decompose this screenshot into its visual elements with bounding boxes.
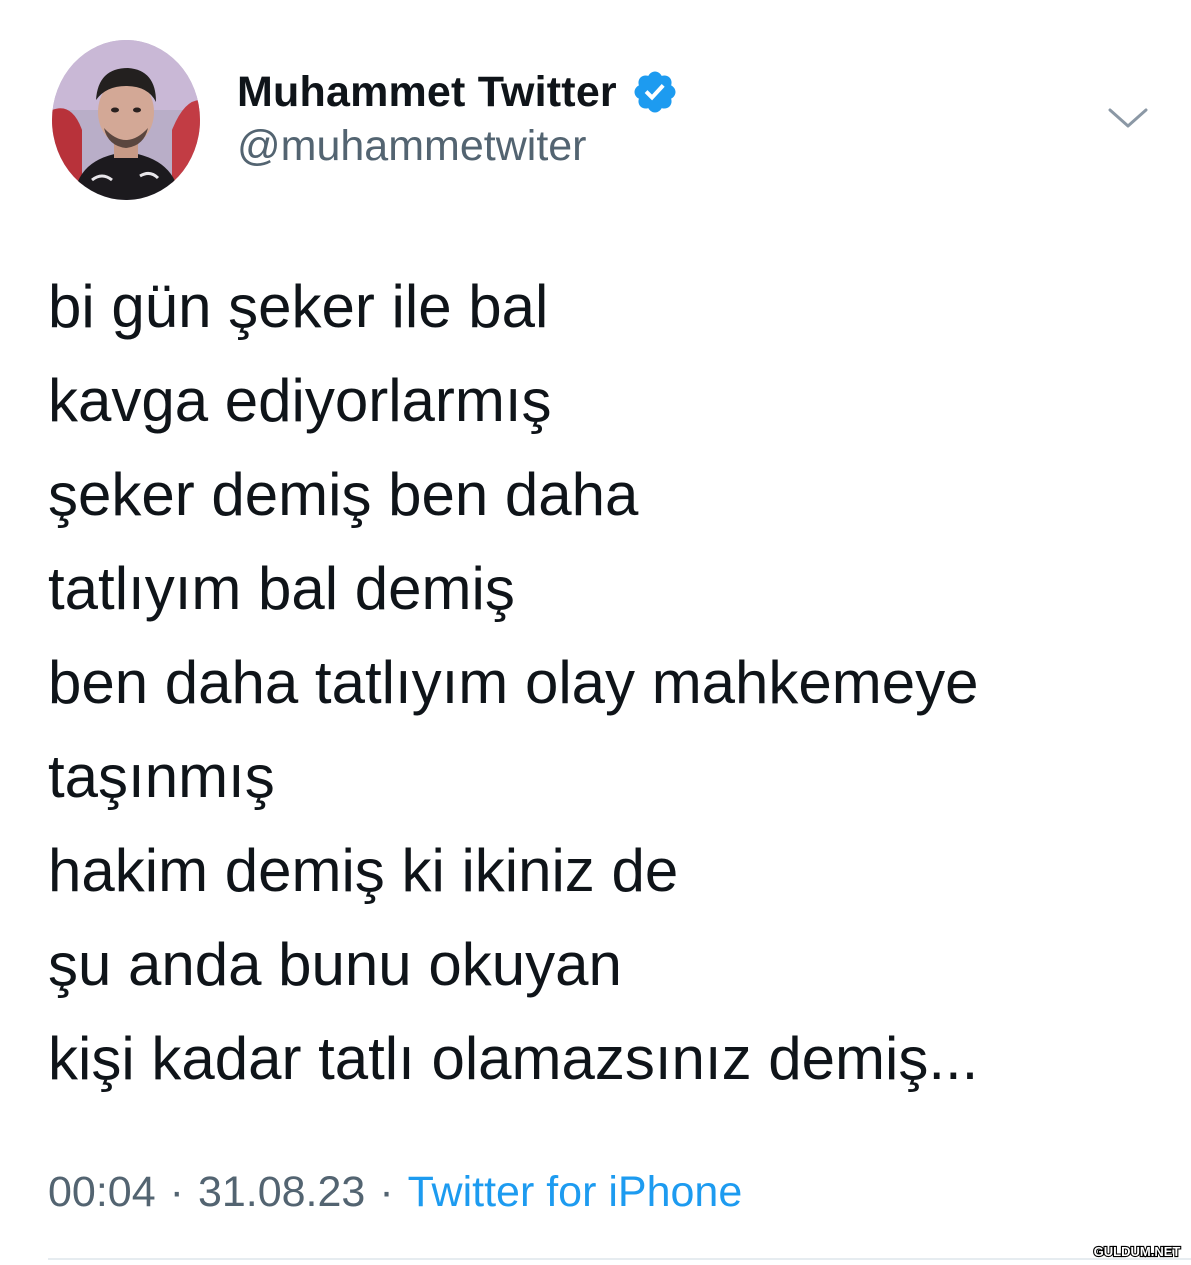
meta-separator: · bbox=[169, 1168, 184, 1216]
tweet-text-line: ben daha tatlıyım olay mahkemeye bbox=[48, 649, 979, 716]
verified-badge-icon bbox=[631, 68, 679, 116]
tweet-meta: 00:04 · 31.08.23 · Twitter for iPhone bbox=[48, 1168, 742, 1217]
tweet-date[interactable]: 31.08.23 bbox=[198, 1168, 365, 1217]
divider bbox=[48, 1258, 1191, 1260]
author-name-row: Muhammet Twitter bbox=[237, 64, 679, 120]
chevron-down-icon[interactable] bbox=[1104, 102, 1152, 134]
tweet-source-link[interactable]: Twitter for iPhone bbox=[408, 1168, 743, 1217]
author-display-name[interactable]: Muhammet Twitter bbox=[237, 68, 617, 117]
watermark-logo: GULDUM.NET bbox=[1089, 1242, 1185, 1260]
tweet-text-line: kavga ediyorlarmış bbox=[48, 367, 552, 434]
avatar[interactable] bbox=[52, 40, 200, 200]
tweet-text-line: tatlıyım bal demiş bbox=[48, 555, 515, 622]
svg-text:GULDUM.NET: GULDUM.NET bbox=[1094, 1244, 1181, 1259]
tweet-text-line: şeker demiş ben daha bbox=[48, 461, 639, 528]
tweet-text-line: kişi kadar tatlı olamazsınız demiş... bbox=[48, 1025, 979, 1092]
tweet-text-line: şu anda bunu okuyan bbox=[48, 931, 622, 998]
author-handle[interactable]: @muhammetwiter bbox=[237, 122, 587, 171]
tweet-time[interactable]: 00:04 bbox=[48, 1168, 156, 1217]
tweet-text-line: taşınmış bbox=[48, 743, 275, 810]
avatar-image bbox=[52, 40, 200, 200]
tweet-text: bi gün şeker ile bal kavga ediyorlarmış … bbox=[48, 260, 1148, 1106]
tweet-text-line: bi gün şeker ile bal bbox=[48, 273, 549, 340]
tweet-text-line: hakim demiş ki ikiniz de bbox=[48, 837, 679, 904]
meta-separator: · bbox=[379, 1168, 394, 1216]
